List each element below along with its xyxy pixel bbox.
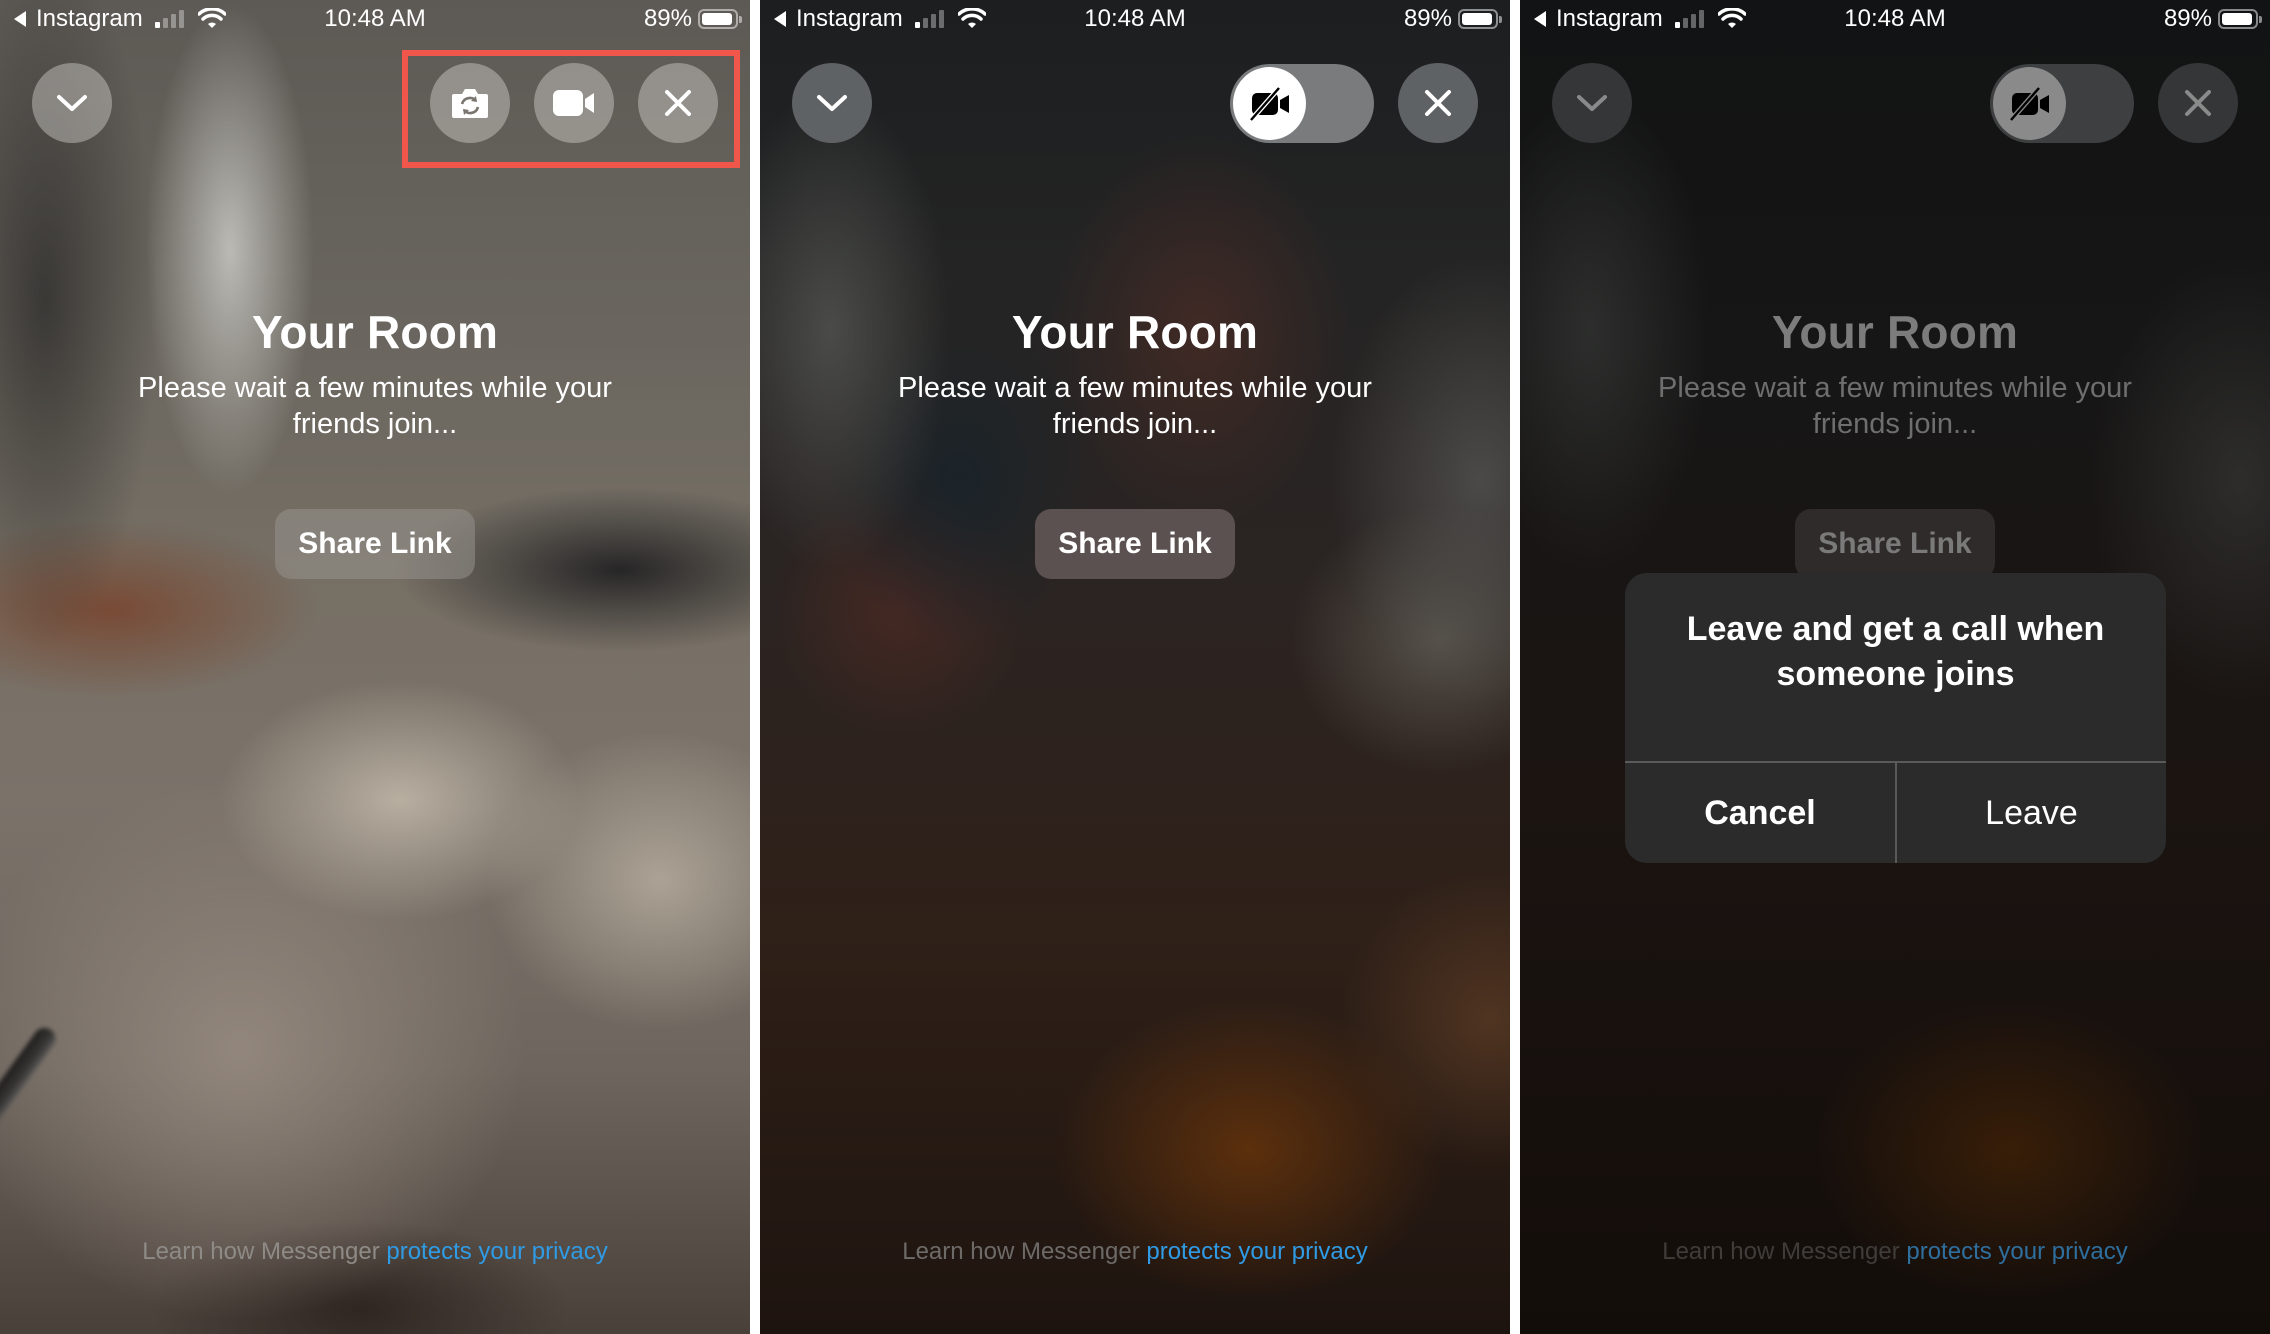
privacy-footer-text: Learn how Messenger	[902, 1238, 1147, 1265]
privacy-footer-text: Learn how Messenger	[1662, 1238, 1907, 1265]
battery-indicator: 89%	[2163, 5, 2262, 33]
privacy-footer-text: Learn how Messenger	[142, 1238, 387, 1265]
close-button[interactable]	[1398, 63, 1478, 143]
leave-button[interactable]: Leave	[1897, 763, 2166, 863]
status-bar: Instagram 10:48 AM 89%	[760, 0, 1510, 44]
chevron-down-icon	[1577, 95, 1607, 111]
flip-camera-icon	[452, 89, 488, 118]
share-link-button[interactable]: Share Link	[1035, 509, 1235, 579]
battery-icon	[2218, 9, 2262, 29]
battery-percent: 89%	[1403, 5, 1452, 32]
close-icon	[665, 90, 691, 116]
close-button[interactable]	[2158, 63, 2238, 143]
status-time: 10:48 AM	[324, 5, 426, 32]
room-subtitle: Please wait a few minutes while your fri…	[898, 372, 1372, 440]
leave-dialog: Leave and get a call when someone joins …	[1625, 573, 2166, 863]
privacy-link[interactable]: protects your privacy	[1146, 1238, 1367, 1265]
panel-separator	[750, 0, 760, 1334]
camera-toggle-switch[interactable]	[1990, 64, 2134, 143]
battery-percent: 89%	[2163, 5, 2212, 32]
cancel-button[interactable]: Cancel	[1625, 763, 1895, 863]
battery-indicator: 89%	[643, 5, 742, 33]
chevron-down-icon	[817, 95, 847, 111]
panel-leave-dialog: Instagram 10:48 AM 89% Your Room Please …	[1520, 0, 2270, 1334]
camera-toggle-switch[interactable]	[1230, 64, 1374, 143]
flip-camera-button[interactable]	[430, 63, 510, 143]
status-time: 10:48 AM	[1844, 5, 1946, 32]
room-subtitle: Please wait a few minutes while your fri…	[1658, 372, 2132, 440]
minimize-button[interactable]	[792, 63, 872, 143]
room-title: Your Room	[251, 306, 499, 358]
camera-toggle-button[interactable]	[534, 63, 614, 143]
close-icon	[1425, 90, 1451, 116]
share-link-button[interactable]: Share Link	[1795, 509, 1995, 579]
camera-toggle-knob	[1233, 67, 1306, 140]
camera-preview-background	[0, 0, 750, 1334]
privacy-footer: Learn how Messenger protects your privac…	[1520, 1238, 2270, 1266]
privacy-link[interactable]: protects your privacy	[386, 1238, 607, 1265]
panel-camera-on: Instagram 10:48 AM 89% Your Room Please	[0, 0, 750, 1334]
room-title: Your Room	[1011, 306, 1259, 358]
panel-camera-off: Instagram 10:48 AM 89% Your Room Please …	[760, 0, 1510, 1334]
privacy-footer: Learn how Messenger protects your privac…	[0, 1238, 750, 1266]
video-camera-icon	[553, 90, 594, 116]
blurred-background	[760, 0, 1510, 1334]
status-bar: Instagram 10:48 AM 89%	[1520, 0, 2270, 44]
room-subtitle: Please wait a few minutes while your fri…	[138, 372, 612, 440]
battery-icon	[1458, 9, 1502, 29]
room-title: Your Room	[1771, 306, 2019, 358]
minimize-button[interactable]	[1552, 63, 1632, 143]
panel-separator	[1510, 0, 1520, 1334]
privacy-link[interactable]: protects your privacy	[1906, 1238, 2127, 1265]
battery-icon	[698, 9, 742, 29]
minimize-button[interactable]	[32, 63, 112, 143]
battery-percent: 89%	[643, 5, 692, 32]
close-button[interactable]	[638, 63, 718, 143]
dialog-message: Leave and get a call when someone joins	[1686, 610, 2105, 693]
chevron-down-icon	[57, 95, 87, 111]
share-link-button[interactable]: Share Link	[275, 509, 475, 579]
video-camera-off-icon	[1248, 85, 1289, 122]
status-bar: Instagram 10:48 AM 89%	[0, 0, 750, 44]
battery-indicator: 89%	[1403, 5, 1502, 33]
privacy-footer: Learn how Messenger protects your privac…	[760, 1238, 1510, 1266]
status-time: 10:48 AM	[1084, 5, 1186, 32]
video-camera-off-icon	[2008, 85, 2049, 122]
camera-toggle-knob	[1993, 67, 2066, 140]
close-icon	[2185, 90, 2211, 116]
